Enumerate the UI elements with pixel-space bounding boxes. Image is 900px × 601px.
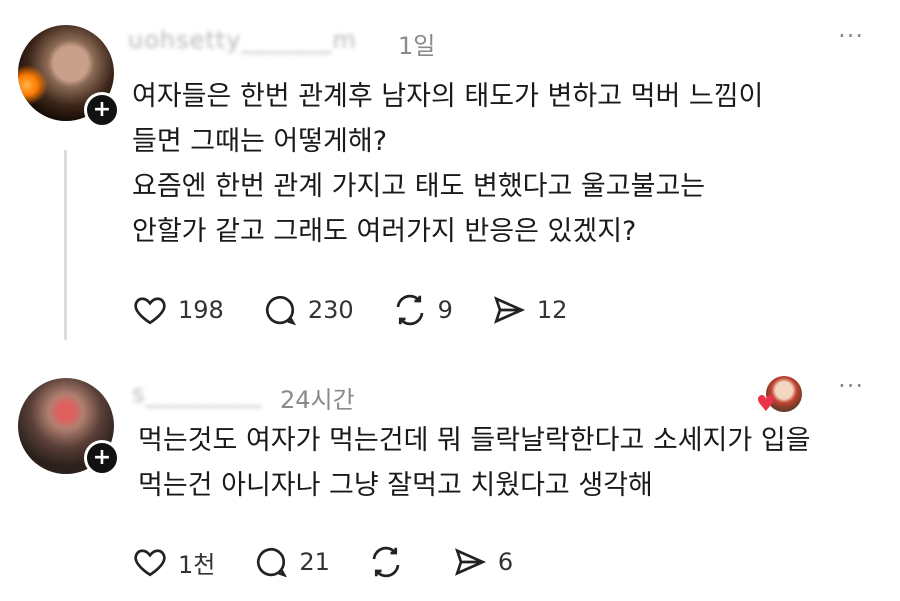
username[interactable]: uohsetty_______m xyxy=(128,26,357,54)
post: + uohsetty_______m 1일 ··· 여자들은 한번 관계후 남자… xyxy=(0,0,900,360)
like-button[interactable]: 198 xyxy=(132,292,224,328)
share-button[interactable]: 6 xyxy=(452,544,513,580)
share-icon xyxy=(454,548,487,576)
more-options-icon[interactable]: ··· xyxy=(838,372,864,400)
heart-icon xyxy=(134,297,166,325)
follow-button[interactable]: + xyxy=(84,92,120,128)
repost-count: 9 xyxy=(437,296,453,324)
post-text: 먹는것도 여자가 먹는건데 뭐 들락날락한다고 소세지가 입을 먹는건 아니자나… xyxy=(138,425,811,501)
repost-button[interactable]: 9 xyxy=(392,292,453,328)
like-button[interactable]: 1천 xyxy=(132,544,215,580)
timestamp: 24시간 xyxy=(280,386,355,414)
more-options-icon[interactable]: ··· xyxy=(838,22,864,50)
repost-icon xyxy=(396,294,423,326)
post-text: 여자들은 한번 관계후 남자의 태도가 변하고 먹버 느낌이 들면 그때는 어떻… xyxy=(132,81,764,247)
repost-icon xyxy=(372,546,400,578)
reply-count: 230 xyxy=(307,296,354,324)
thread-line xyxy=(64,150,67,340)
heart-icon: ♥ xyxy=(756,392,776,417)
reply-button[interactable]: 230 xyxy=(262,292,354,328)
share-count: 6 xyxy=(497,548,514,576)
follow-button[interactable]: + xyxy=(84,440,120,476)
action-bar: 198 230 9 12 xyxy=(132,292,605,328)
heart-icon xyxy=(134,549,166,577)
comment-icon xyxy=(257,547,288,578)
share-button[interactable]: 12 xyxy=(491,292,568,328)
like-count: 1천 xyxy=(178,550,216,579)
timestamp: 1일 xyxy=(398,32,436,60)
username[interactable]: s_________ xyxy=(132,380,263,408)
avatar-image xyxy=(18,65,48,105)
action-bar: 1천 21 6 xyxy=(132,544,551,580)
reply-count: 21 xyxy=(299,548,330,576)
share-icon xyxy=(493,296,526,324)
like-count: 198 xyxy=(178,296,224,324)
post: + s_________ 24시간 ♥ ··· 먹는것도 여자가 먹는건데 뭐 … xyxy=(0,360,900,601)
share-count: 12 xyxy=(536,296,568,324)
reply-button[interactable]: 21 xyxy=(253,544,330,580)
comment-icon xyxy=(265,295,296,326)
repost-button[interactable] xyxy=(368,544,414,580)
